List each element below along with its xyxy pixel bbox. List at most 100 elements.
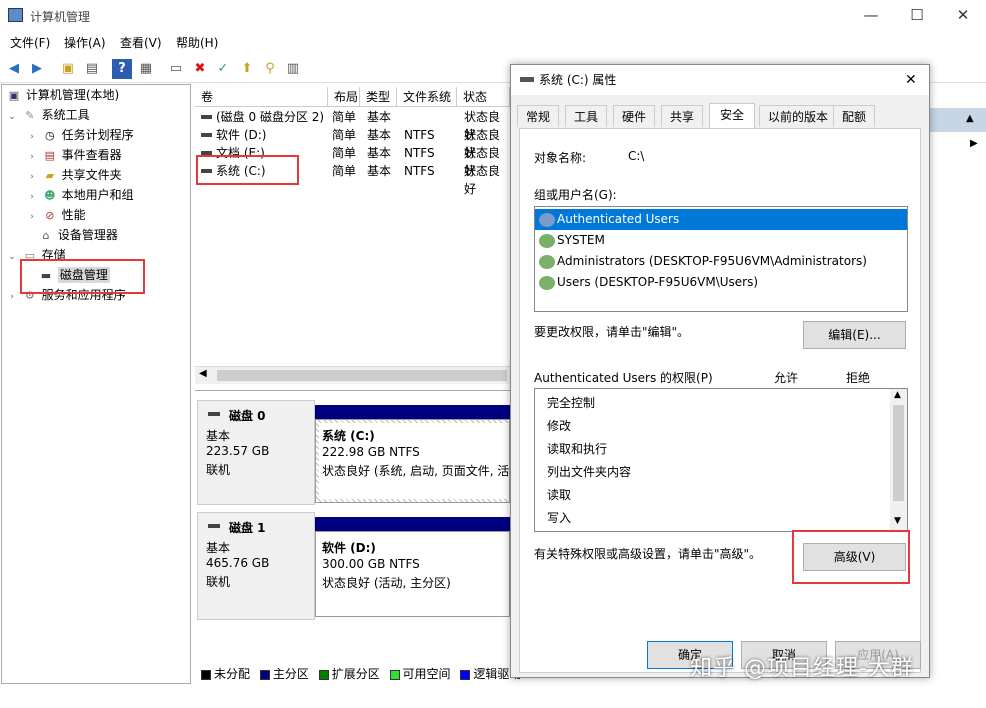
- permission-item: 修改: [547, 419, 572, 433]
- disk-0-label[interactable]: 磁盘 0 基本 223.57 GB 联机: [197, 400, 315, 505]
- show-hide-tree-icon[interactable]: ▤: [82, 59, 102, 79]
- permission-item: 完全控制: [547, 396, 596, 410]
- collapse-icon[interactable]: ⌄: [6, 247, 18, 267]
- up-arrow-icon[interactable]: ⬆: [237, 59, 257, 79]
- user-item[interactable]: Administrators (DESKTOP-F95U6VM\Administ…: [535, 251, 907, 272]
- collapse-up-icon[interactable]: ▲: [966, 113, 974, 124]
- horizontal-scrollbar[interactable]: ◀: [195, 366, 510, 384]
- disk-1-label[interactable]: 磁盘 1 基本 465.76 GB 联机: [197, 512, 315, 620]
- user-group-icon: [539, 275, 555, 290]
- tree-root[interactable]: ▣ 计算机管理(本地): [2, 85, 190, 105]
- legend-label: 主分区: [272, 667, 309, 681]
- volume-filesystem: NTFS: [404, 146, 435, 160]
- permission-item: 列出文件夹内容: [547, 465, 632, 479]
- user-name: Users (DESKTOP-F95U6VM\Users): [557, 275, 759, 289]
- column-header-layout[interactable]: 布局: [328, 87, 360, 107]
- expand-icon[interactable]: ›: [26, 147, 38, 167]
- tab-previous-versions[interactable]: 以前的版本: [759, 105, 838, 127]
- collapse-icon[interactable]: ⌄: [6, 107, 18, 127]
- volume-row[interactable]: (磁盘 0 磁盘分区 2) 简单 基本 状态良好: [195, 108, 510, 142]
- user-item[interactable]: SYSTEM: [535, 230, 907, 251]
- tree-event-viewer[interactable]: › ▤ 事件查看器: [2, 145, 190, 165]
- user-list[interactable]: Authenticated Users SYSTEM Administrator…: [534, 206, 908, 312]
- tab-security[interactable]: 安全: [709, 103, 756, 128]
- tree-performance[interactable]: › ⊘ 性能: [2, 205, 190, 225]
- edit-button[interactable]: 编辑(E)...: [803, 321, 906, 349]
- scroll-up-icon[interactable]: ▲: [894, 390, 901, 400]
- advanced-hint: 有关特殊权限或高级设置，请单击"高级"。: [534, 547, 762, 561]
- expand-icon[interactable]: ›: [6, 287, 18, 307]
- dialog-title-bar: 系统 (C:) 属性 ✕: [511, 65, 929, 95]
- user-item[interactable]: Authenticated Users: [535, 209, 907, 230]
- permissions-scrollbar[interactable]: ▲ ▼: [890, 389, 907, 531]
- delete-icon[interactable]: ✖: [190, 59, 210, 79]
- properties-dialog: 系统 (C:) 属性 ✕ 常规 工具 硬件 共享 安全 以前的版本 配额 对象名…: [510, 64, 930, 678]
- help-icon[interactable]: ?: [112, 59, 132, 79]
- tab-tools[interactable]: 工具: [565, 105, 608, 127]
- maximize-button[interactable]: ☐: [894, 0, 940, 31]
- volume-layout: 简单: [332, 110, 357, 124]
- partition-size: 222.98 GB NTFS: [322, 445, 420, 459]
- column-header-type[interactable]: 类型: [360, 87, 397, 107]
- menu-file[interactable]: 文件(F): [10, 33, 50, 53]
- scroll-down-icon[interactable]: ▼: [894, 516, 901, 526]
- allow-column-label: 允许: [774, 371, 799, 385]
- permission-item: 读取和执行: [547, 442, 608, 456]
- menu-action[interactable]: 操作(A): [64, 33, 106, 53]
- check-icon[interactable]: ✓: [213, 59, 233, 79]
- disk-name: 磁盘 0: [229, 409, 266, 423]
- scroll-thumb[interactable]: [893, 405, 904, 501]
- tree-shared-folders[interactable]: › ▰ 共享文件夹: [2, 165, 190, 185]
- expand-icon[interactable]: ›: [26, 207, 38, 227]
- menu-view[interactable]: 查看(V): [120, 33, 162, 53]
- up-folder-icon[interactable]: ▣: [58, 59, 78, 79]
- back-icon[interactable]: ◀: [4, 59, 24, 79]
- expand-icon[interactable]: ›: [26, 167, 38, 187]
- disk-name: 磁盘 1: [229, 521, 266, 535]
- tree-local-users[interactable]: › ☻ 本地用户和组: [2, 185, 190, 205]
- volume-layout: 简单: [332, 164, 357, 178]
- view-icon[interactable]: ▥: [283, 59, 303, 79]
- expand-right-icon[interactable]: ▶: [970, 138, 978, 149]
- column-header-volume[interactable]: 卷: [195, 87, 328, 107]
- permissions-list[interactable]: 完全控制 修改 读取和执行 列出文件夹内容 读取 写入 ▲ ▼: [534, 388, 908, 532]
- forward-icon[interactable]: ▶: [27, 59, 47, 79]
- scroll-left-icon[interactable]: ◀: [199, 368, 207, 379]
- tree-device-manager[interactable]: ⌂ 设备管理器: [2, 225, 190, 245]
- menu-help[interactable]: 帮助(H): [176, 33, 218, 53]
- highlight-advanced-button: [792, 530, 910, 584]
- disk-graphical-pane: 磁盘 0 基本 223.57 GB 联机 系统 (C:) 222.98 GB N…: [195, 390, 521, 684]
- group-label: 组或用户名(G):: [534, 188, 617, 202]
- permission-item: 写入: [547, 511, 572, 525]
- column-header-filesystem[interactable]: 文件系统: [397, 87, 457, 107]
- scroll-thumb[interactable]: [217, 370, 507, 381]
- tree-system-tools[interactable]: ⌄ ✎ 系统工具: [2, 105, 190, 125]
- properties-icon[interactable]: ▦: [136, 59, 156, 79]
- tab-hardware[interactable]: 硬件: [613, 105, 656, 127]
- dialog-close-button[interactable]: ✕: [905, 65, 917, 95]
- tab-general[interactable]: 常规: [517, 105, 560, 127]
- connect-icon[interactable]: ▭: [166, 59, 186, 79]
- disk-0-partition[interactable]: 系统 (C:) 222.98 GB NTFS 状态良好 (系统, 启动, 页面文…: [315, 419, 510, 503]
- close-button[interactable]: ✕: [940, 0, 986, 31]
- volume-row[interactable]: 软件 (D:) 简单 基本 NTFS 状态良好: [195, 126, 510, 160]
- disk-1-partition[interactable]: 软件 (D:) 300.00 GB NTFS 状态良好 (活动, 主分区): [315, 531, 510, 617]
- app-icon: [8, 8, 23, 22]
- user-item[interactable]: Users (DESKTOP-F95U6VM\Users): [535, 272, 907, 293]
- actions-header[interactable]: ▲: [930, 108, 986, 132]
- minimize-button[interactable]: —: [848, 0, 894, 31]
- expand-icon[interactable]: ›: [26, 187, 38, 207]
- tree-task-scheduler[interactable]: › ◷ 任务计划程序: [2, 125, 190, 145]
- disk-type: 基本: [206, 429, 231, 443]
- column-header-status[interactable]: 状态: [457, 87, 510, 107]
- object-name-value: C:\: [628, 149, 645, 163]
- user-name: SYSTEM: [557, 233, 605, 247]
- tree-shared-folders-label: 共享文件夹: [61, 168, 122, 182]
- user-group-icon: [539, 212, 555, 227]
- disk-status: 联机: [206, 575, 231, 589]
- disk-size: 465.76 GB: [206, 556, 270, 570]
- tab-sharing[interactable]: 共享: [661, 105, 704, 127]
- expand-icon[interactable]: ›: [26, 127, 38, 147]
- search-icon[interactable]: ⚲: [260, 59, 280, 79]
- tab-quota[interactable]: 配额: [833, 105, 876, 127]
